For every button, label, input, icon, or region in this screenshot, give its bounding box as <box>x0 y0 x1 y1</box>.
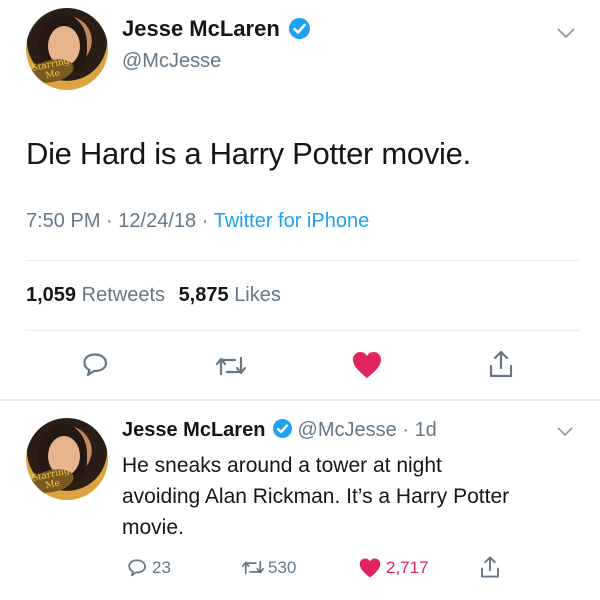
retweet-button[interactable] <box>213 352 249 380</box>
likes-count: 5,875 <box>178 284 229 306</box>
tweet-stats: 1,059 Retweets 5,875 Likes <box>26 284 281 307</box>
share-button[interactable] <box>486 348 516 380</box>
author-avatar[interactable]: Starring Me <box>26 8 108 90</box>
share-upload-icon <box>489 350 513 378</box>
tweet-time[interactable]: 7:50 PM <box>26 210 100 232</box>
divider <box>26 260 580 261</box>
retweet-arrows-icon <box>215 356 247 376</box>
author-name-text[interactable]: Jesse McLaren <box>122 16 280 41</box>
reply-separator: · <box>402 419 409 441</box>
reply-header: Jesse McLaren @McJesse · 1d <box>122 419 437 442</box>
reply-retweet-button[interactable]: 530 <box>240 557 296 578</box>
reply-button[interactable] <box>80 350 110 380</box>
avatar-badge: Starring Me <box>28 465 76 497</box>
author-handle[interactable]: @McJesse <box>122 50 221 73</box>
reply-count: 23 <box>152 558 171 577</box>
verified-badge-icon <box>272 419 292 439</box>
reply-author-handle[interactable]: @McJesse <box>298 419 397 441</box>
retweet-arrows-icon <box>242 560 264 575</box>
reply-text: He sneaks around a tower at night avoidi… <box>122 450 509 543</box>
tweet-meta: 7:50 PM · 12/24/18 · Twitter for iPhone <box>26 210 369 233</box>
like-count: 2,717 <box>386 558 429 577</box>
heart-icon <box>353 352 381 378</box>
likes-label: Likes <box>234 284 281 306</box>
retweets-label: Retweets <box>81 284 165 306</box>
like-button[interactable] <box>351 350 383 380</box>
comment-bubble-icon <box>128 559 146 577</box>
retweets-stat[interactable]: 1,059 Retweets <box>26 284 171 306</box>
meta-separator: · <box>106 210 113 232</box>
tweet-menu-chevron-icon[interactable] <box>556 26 576 40</box>
tweet-text: Die Hard is a Harry Potter movie. <box>26 136 471 171</box>
reply-share-button[interactable] <box>478 554 502 580</box>
reply-text-line: He sneaks around a tower at night <box>122 454 442 477</box>
verified-badge-icon <box>288 17 310 39</box>
avatar-badge: Starring Me <box>28 55 76 87</box>
meta-separator: · <box>201 210 209 232</box>
reply-author-avatar[interactable]: Starring Me <box>26 418 108 500</box>
divider <box>26 330 580 331</box>
retweet-count: 530 <box>268 557 297 577</box>
reply-author-name[interactable]: Jesse McLaren <box>122 419 265 441</box>
reply-reply-button[interactable]: 23 <box>126 557 171 579</box>
heart-icon <box>359 558 381 578</box>
reply-age[interactable]: 1d <box>415 419 437 441</box>
author-name[interactable]: Jesse McLaren <box>122 16 310 42</box>
share-upload-icon <box>481 556 499 578</box>
comment-bubble-icon <box>83 353 108 377</box>
likes-stat[interactable]: 5,875 Likes <box>179 284 281 306</box>
tweet-date[interactable]: 12/24/18 <box>118 210 196 232</box>
tweet-client-link[interactable]: Twitter for iPhone <box>214 210 370 232</box>
reply-text-line: movie. <box>122 516 184 539</box>
reply-text-line: avoiding Alan Rickman. It’s a Harry Pott… <box>122 485 510 508</box>
reply-menu-chevron-icon[interactable] <box>556 425 574 437</box>
reply-like-button[interactable]: 2,717 <box>358 557 429 579</box>
section-divider <box>0 399 600 401</box>
retweets-count: 1,059 <box>26 284 77 306</box>
